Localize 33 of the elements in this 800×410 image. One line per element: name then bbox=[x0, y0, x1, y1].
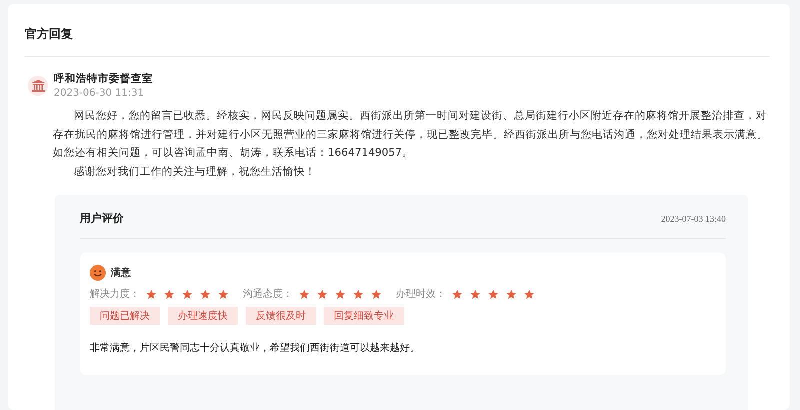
rating-label: 沟通态度： bbox=[243, 288, 293, 301]
star-icon bbox=[452, 288, 463, 300]
institution-icon bbox=[28, 76, 48, 96]
department-name: 呼和浩特市委督查室 bbox=[54, 72, 153, 86]
smiley-icon bbox=[90, 265, 106, 281]
star-icon bbox=[470, 288, 481, 300]
feedback-tag: 回复细致专业 bbox=[324, 307, 404, 325]
evaluation-time: 2023-07-03 13:40 bbox=[661, 214, 726, 224]
star-icon bbox=[524, 288, 535, 300]
star-icon bbox=[164, 288, 175, 300]
star-icon bbox=[200, 288, 211, 300]
reply-time: 2023-06-30 11:31 bbox=[54, 88, 146, 99]
evaluation-title: 用户评价 bbox=[80, 211, 124, 226]
feedback-tag: 办理速度快 bbox=[168, 307, 238, 325]
user-comment: 非常满意，片区民警同志十分认真敬业，希望我们西街街道可以越来越好。 bbox=[90, 342, 421, 355]
reply-paragraph: 感谢您对我们工作的关注与理解，祝您生活愉快！ bbox=[73, 164, 318, 180]
feedback-tag: 反馈很及时 bbox=[246, 307, 316, 325]
star-icon bbox=[218, 288, 229, 300]
star-icon bbox=[371, 288, 382, 300]
star-icon bbox=[335, 288, 346, 300]
star-icon bbox=[506, 288, 517, 300]
reply-paragraph: 网民您好，您的留言已收悉。经核实，网民反映问题属实。西街派出所第一时间对建设街、总局街建行小区附近存在的麻将馆开展整治排查，对存在扰民的麻将馆进行管理，并对建行小区无照营业的三家麻将馆进行关停，现已整改完毕。经西街派出所与您电话沟通，您对处理结果表示满意。如您还有相关问题，可以咨询孟中南、胡涛，联系电话：16647149057。 bbox=[52, 109, 769, 161]
star-icon bbox=[182, 288, 193, 300]
star-icon bbox=[353, 288, 364, 300]
verdict-label: 满意 bbox=[111, 266, 131, 280]
feedback-tag: 问题已解决 bbox=[90, 307, 160, 325]
star-icon bbox=[146, 288, 157, 300]
rating-label: 办理时效： bbox=[396, 288, 446, 301]
star-icon bbox=[488, 288, 499, 300]
rating-label: 解决力度： bbox=[90, 288, 140, 301]
star-icon bbox=[299, 288, 310, 300]
star-icon bbox=[317, 288, 328, 300]
section-title: 官方回复 bbox=[25, 4, 770, 57]
